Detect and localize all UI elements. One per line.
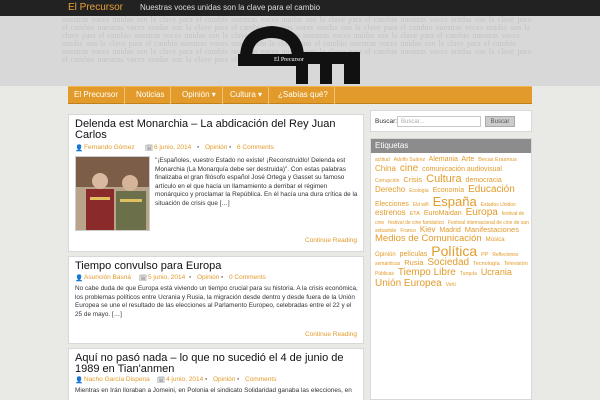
post-author[interactable]: Nacho García Dispena xyxy=(84,376,150,383)
post-author[interactable]: Asunción Basná xyxy=(84,274,131,281)
tags-widget-title: Etiquetas xyxy=(371,139,531,153)
post-category[interactable]: Opinión xyxy=(205,144,227,151)
tag-link[interactable]: festival de cine fantástico xyxy=(388,220,444,226)
tag-link[interactable]: Ecología xyxy=(409,188,428,194)
main-content: Delenda est Monarchia – La abdicación de… xyxy=(68,110,364,400)
category-icon: ▪ xyxy=(189,274,192,281)
nav-item-noticias[interactable]: Noticias xyxy=(130,87,172,104)
comments-icon: ▪ xyxy=(237,376,240,383)
tag-link[interactable]: Verti xyxy=(446,282,456,288)
tag-link[interactable]: Música xyxy=(486,237,505,243)
post-excerpt: "¡Españoles, vuestro Estado no existe! ¡… xyxy=(155,157,358,207)
tag-link[interactable]: Ucrania xyxy=(481,267,512,277)
tag-link[interactable]: Opinión xyxy=(375,252,396,258)
tag-link[interactable]: EuroMaidan xyxy=(424,210,462,217)
date-icon: 🗓 xyxy=(157,377,166,384)
post-title[interactable]: Tiempo convulso para Europa xyxy=(75,261,359,272)
tag-link[interactable]: actitud xyxy=(375,157,390,163)
post-meta: 👤 Asunción Basná 🗓 5 junio, 2014 ▪ Opini… xyxy=(75,274,359,283)
tag-link[interactable]: China xyxy=(375,164,396,173)
post-comments[interactable]: Comments xyxy=(245,376,276,383)
comments-icon: ▪ xyxy=(229,144,232,151)
tag-link[interactable]: comunicación audiovisual xyxy=(422,166,502,173)
post-author[interactable]: Fernando Gómez xyxy=(84,144,135,151)
continue-reading-link[interactable]: Continue Reading xyxy=(305,331,357,338)
tag-link[interactable]: Eld wifi xyxy=(413,202,429,208)
post-category[interactable]: Opinión xyxy=(197,274,219,281)
post-title[interactable]: Delenda est Monarchia – La abdicación de… xyxy=(75,119,359,141)
tag-link[interactable]: Europa xyxy=(466,207,498,218)
post-excerpt: Mientras en Irán lloraban a Jomeini, en … xyxy=(75,387,352,394)
tag-cloud: actitud Adolfo Suárez Alemania Arte Beca… xyxy=(375,156,531,289)
thumbnail-photo-icon xyxy=(76,157,149,230)
tag-link[interactable]: Alemania xyxy=(429,156,458,163)
tag-link[interactable]: Política xyxy=(431,243,477,259)
post-card: Delenda est Monarchia – La abdicación de… xyxy=(68,114,364,252)
nav-item-sabias-que[interactable]: ¿Sabías qué? xyxy=(272,87,335,104)
post-thumbnail[interactable] xyxy=(75,156,150,231)
post-comments[interactable]: 6 Comments xyxy=(237,144,274,151)
tag-link[interactable]: Tiempo Libre xyxy=(398,267,456,278)
post-date[interactable]: 5 junio, 2014 xyxy=(148,274,185,281)
post-meta: 👤 Fernando Gómez 🗓 6 junio, 2014 ▪ Opini… xyxy=(75,144,359,153)
tag-link[interactable]: Públicas xyxy=(375,271,394,277)
tag-link[interactable]: cine xyxy=(400,163,418,174)
post-comments[interactable]: 0 Comments xyxy=(229,274,266,281)
tag-link[interactable]: democracia xyxy=(466,177,502,184)
post-date[interactable]: 4 junio, 2014 xyxy=(166,376,203,383)
site-tagline: Nuestras voces unidas son la clave para … xyxy=(140,3,321,12)
post-card: Aquí no pasó nada – lo que no sucedió el… xyxy=(68,348,364,400)
top-bar: El Precursor Nuestras voces unidas son l… xyxy=(0,0,600,16)
tag-link[interactable]: Televisión xyxy=(504,261,528,267)
author-icon: 👤 xyxy=(75,377,84,384)
tag-link[interactable]: Derecho xyxy=(375,185,405,194)
category-icon: ▪ xyxy=(205,376,208,383)
tag-link[interactable]: Unión Europea xyxy=(375,278,442,289)
tag-link[interactable]: Becas Erasmus xyxy=(478,157,517,163)
tags-widget: Etiquetas actitud Adolfo Suárez Alemania… xyxy=(370,138,532,400)
nav-item-cultura[interactable]: Cultura ▾ xyxy=(224,87,270,104)
tag-link[interactable]: PP xyxy=(481,252,488,258)
header-banner: nuestras voces unidas son la clave para … xyxy=(0,16,600,86)
site-name-link[interactable]: El Precursor xyxy=(68,2,123,13)
search-label: Buscar: xyxy=(375,118,398,125)
tag-link[interactable]: Corrupción xyxy=(375,178,399,184)
site-logo[interactable]: El Precursor xyxy=(236,18,362,86)
post-category[interactable]: Opinión xyxy=(213,376,235,383)
tag-link[interactable]: películas xyxy=(400,251,428,258)
tag-link[interactable]: Rusia xyxy=(404,258,423,267)
nav-item-opinion[interactable]: Opinión ▾ xyxy=(176,87,223,104)
date-icon: 🗓 xyxy=(139,275,148,282)
tag-link[interactable]: Cultura xyxy=(426,173,461,185)
post-excerpt: No cabe duda de que Europa está viviendo… xyxy=(75,285,358,318)
tag-link[interactable]: Tecnología xyxy=(473,261,500,267)
tag-link[interactable]: Arte xyxy=(461,156,474,163)
post-title[interactable]: Aquí no pasó nada – lo que no sucedió el… xyxy=(75,353,359,375)
comments-icon: ▪ xyxy=(221,274,224,281)
author-icon: 👤 xyxy=(75,145,84,152)
post-card: Tiempo convulso para Europa 👤 Asunción B… xyxy=(68,256,364,344)
main-navigation: El Precursor Noticias Opinión ▾ Cultura … xyxy=(68,86,532,104)
tag-link[interactable]: estrenos xyxy=(375,208,406,217)
tag-link[interactable]: ETA xyxy=(410,211,420,218)
search-button[interactable]: Buscar xyxy=(485,116,515,127)
date-icon: 🗓 xyxy=(145,145,154,152)
nav-item-el-precursor[interactable]: El Precursor xyxy=(68,87,126,104)
tag-link[interactable]: Turquía xyxy=(460,271,477,277)
post-date[interactable]: 6 junio, 2014 xyxy=(154,144,191,151)
search-widget: Buscar: Buscar... Buscar xyxy=(370,110,532,132)
author-icon: 👤 xyxy=(75,275,84,282)
tag-link[interactable]: Crisis xyxy=(403,175,422,184)
tag-link[interactable]: Economía xyxy=(433,187,465,194)
logo-text: El Precursor xyxy=(274,57,304,63)
category-icon: ▪ xyxy=(197,144,200,151)
continue-reading-link[interactable]: Continue Reading xyxy=(305,237,357,244)
search-input[interactable]: Buscar... xyxy=(397,116,481,127)
post-meta: 👤 Nacho García Dispena 🗓 4 junio, 2014 ▪… xyxy=(75,376,359,385)
